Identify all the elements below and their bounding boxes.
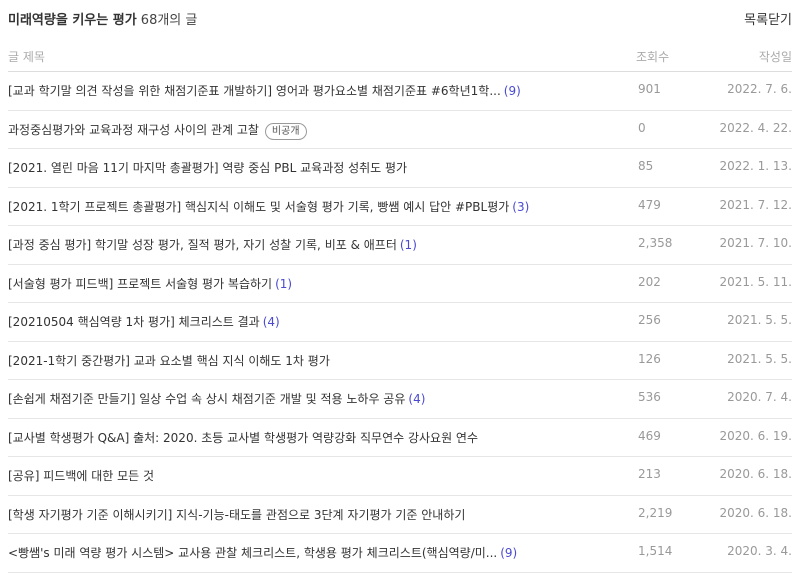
board-header: 미래역량을 키우는 평가 68개의 글 목록닫기 <box>8 0 792 36</box>
comment-count[interactable]: (4) <box>263 315 280 329</box>
view-count: 1,514 <box>638 544 673 558</box>
post-date: 2020. 6. 18. <box>719 505 792 520</box>
post-title-link[interactable]: [교과 학기말 의견 작성을 위한 채점기준표 개발하기] 영어과 평가요소별 … <box>8 84 501 98</box>
post-title-cell: [2021. 열린 마음 11기 마지막 총괄평가] 역량 중심 PBL 교육과… <box>8 159 603 176</box>
post-date: 2021. 7. 12. <box>719 197 792 212</box>
post-date: 2022. 1. 13. <box>719 159 792 173</box>
view-count: 2,358 <box>638 236 673 250</box>
view-count: 901 <box>638 82 661 96</box>
view-count: 536 <box>638 390 661 404</box>
board-title: 미래역량을 키우는 평가 68개의 글 <box>8 9 197 28</box>
post-title-cell: [손쉽게 채점기준 만들기] 일상 수업 속 상시 채점기준 개발 및 적용 노… <box>8 390 603 407</box>
post-title-cell: [2021. 1학기 프로젝트 총괄평가] 핵심지식 이해도 및 서술형 평가 … <box>8 198 603 215</box>
post-date: 2020. 6. 19. <box>719 428 792 443</box>
view-count: 469 <box>638 428 661 443</box>
post-title-cell: [공유] 피드백에 대한 모든 것 <box>8 467 603 484</box>
view-count: 2,219 <box>638 505 673 520</box>
table-row[interactable]: 과정중심평가와 교육과정 재구성 사이의 관계 고찰 비공개 0 2022. 4. 2… <box>8 111 792 149</box>
table-row[interactable]: [교사별 학생평가 Q&A] 출처: 2020. 초등 교사별 학생평가 역량강… <box>8 419 792 457</box>
post-title-cell: [2021-1학기 중간평가] 교과 요소별 핵심 지식 이해도 1차 평가 <box>8 352 603 369</box>
table-row[interactable]: [20210504 핵심역량 1차 평가] 체크리스트 결과 (4) 256 2021… <box>8 303 792 342</box>
category-name: 미래역량을 키우는 평가 <box>8 13 137 28</box>
post-title-link[interactable]: [학생 자기평가 기준 이해시키기] 지식-기능-태도를 관점으로 3단계 자기… <box>8 508 465 522</box>
post-title-link[interactable]: [손쉽게 채점기준 만들기] 일상 수업 속 상시 채점기준 개발 및 적용 노… <box>8 392 405 406</box>
post-title-link[interactable]: [공유] 피드백에 대한 모든 것 <box>8 469 154 483</box>
post-date: 2021. 5. 5. <box>727 313 792 327</box>
post-title-cell: [서술형 평가 피드백] 프로젝트 서술형 평가 복습하기 (1) <box>8 275 603 292</box>
post-title-cell: [학생 자기평가 기준 이해시키기] 지식-기능-태도를 관점으로 3단계 자기… <box>8 506 603 523</box>
post-title-link[interactable]: <빵쌤's 미래 역량 평가 시스템> 교사용 관찰 체크리스트, 학생용 평가… <box>8 546 497 560</box>
column-views: 조회수 <box>636 50 670 64</box>
post-date: 2021. 5. 5. <box>727 351 792 366</box>
post-title-link[interactable]: [과정 중심 평가] 학기말 성장 평가, 질적 평가, 자기 성찰 기록, 비… <box>8 238 397 252</box>
view-count: 0 <box>638 120 646 135</box>
post-date: 2020. 6. 18. <box>719 467 792 481</box>
close-list-button[interactable]: 목록닫기 <box>744 9 792 28</box>
post-title-link[interactable]: [서술형 평가 피드백] 프로젝트 서술형 평가 복습하기 <box>8 277 272 291</box>
comment-count[interactable]: (4) <box>408 392 425 406</box>
table-row[interactable]: [공유] 피드백에 대한 모든 것 213 2020. 6. 18. <box>8 457 792 496</box>
post-title-cell: [과정 중심 평가] 학기말 성장 평가, 질적 평가, 자기 성찰 기록, 비… <box>8 236 603 253</box>
comment-count[interactable]: (9) <box>504 84 521 98</box>
table-row[interactable]: <빵쌤's 미래 역량 평가 시스템> 교사용 관찰 체크리스트, 학생용 평가… <box>8 534 792 573</box>
column-date: 작성일 <box>758 50 792 64</box>
post-title-link[interactable]: [교사별 학생평가 Q&A] 출처: 2020. 초등 교사별 학생평가 역량강… <box>8 431 478 445</box>
view-count: 85 <box>638 159 654 173</box>
post-date: 2022. 7. 6. <box>727 82 792 96</box>
table-row[interactable]: [손쉽게 채점기준 만들기] 일상 수업 속 상시 채점기준 개발 및 적용 노… <box>8 380 792 419</box>
post-title-link[interactable]: [2021. 열린 마음 11기 마지막 총괄평가] 역량 중심 PBL 교육과… <box>8 161 407 175</box>
post-title-cell: [교사별 학생평가 Q&A] 출처: 2020. 초등 교사별 학생평가 역량강… <box>8 429 603 446</box>
post-title-link[interactable]: [2021-1학기 중간평가] 교과 요소별 핵심 지식 이해도 1차 평가 <box>8 354 330 368</box>
post-title-cell: [20210504 핵심역량 1차 평가] 체크리스트 결과 (4) <box>8 313 603 330</box>
table-row[interactable]: [교과 학기말 의견 작성을 위한 채점기준표 개발하기] 영어과 평가요소별 … <box>8 72 792 111</box>
table-row[interactable]: [2021-1학기 중간평가] 교과 요소별 핵심 지식 이해도 1차 평가 12… <box>8 342 792 380</box>
post-title-cell: [교과 학기말 의견 작성을 위한 채점기준표 개발하기] 영어과 평가요소별 … <box>8 82 603 99</box>
post-title-cell: <빵쌤's 미래 역량 평가 시스템> 교사용 관찰 체크리스트, 학생용 평가… <box>8 544 603 561</box>
view-count: 126 <box>638 351 661 366</box>
view-count: 256 <box>638 313 661 327</box>
post-date: 2022. 4. 22. <box>719 120 792 135</box>
comment-count[interactable]: (3) <box>512 200 529 214</box>
table-row[interactable]: [과정 중심 평가] 학기말 성장 평가, 질적 평가, 자기 성찰 기록, 비… <box>8 226 792 265</box>
comment-count[interactable]: (9) <box>500 546 517 560</box>
post-date: 2021. 5. 11. <box>719 274 792 289</box>
table-row[interactable]: [2021. 1학기 프로젝트 총괄평가] 핵심지식 이해도 및 서술형 평가 … <box>8 188 792 226</box>
table-row[interactable]: [서술형 평가 피드백] 프로젝트 서술형 평가 복습하기 (1) 202 2021.… <box>8 265 792 303</box>
table-row[interactable]: [2021. 열린 마음 11기 마지막 총괄평가] 역량 중심 PBL 교육과… <box>8 149 792 188</box>
comment-count[interactable]: (1) <box>400 238 417 252</box>
view-count: 213 <box>638 467 661 481</box>
post-title-link[interactable]: [2021. 1학기 프로젝트 총괄평가] 핵심지식 이해도 및 서술형 평가 … <box>8 200 509 214</box>
post-date: 2020. 7. 4. <box>727 390 792 404</box>
post-title-link[interactable]: [20210504 핵심역량 1차 평가] 체크리스트 결과 <box>8 315 260 329</box>
comment-count[interactable]: (1) <box>275 277 292 291</box>
private-badge: 비공개 <box>264 122 307 140</box>
column-header: 글 제목 조회수 작성일 <box>8 40 792 72</box>
view-count: 479 <box>638 197 661 212</box>
view-count: 202 <box>638 274 661 289</box>
column-title: 글 제목 <box>8 50 45 64</box>
post-title-link[interactable]: 과정중심평가와 교육과정 재구성 사이의 관계 고찰 <box>8 123 259 137</box>
post-title-cell: 과정중심평가와 교육과정 재구성 사이의 관계 고찰 비공개 <box>8 121 603 140</box>
post-list: [교과 학기말 의견 작성을 위한 채점기준표 개발하기] 영어과 평가요소별 … <box>8 72 792 573</box>
post-date: 2020. 3. 4. <box>727 544 792 558</box>
post-count: 68개의 글 <box>140 13 198 28</box>
post-date: 2021. 7. 10. <box>719 236 792 250</box>
table-row[interactable]: [학생 자기평가 기준 이해시키기] 지식-기능-태도를 관점으로 3단계 자기… <box>8 496 792 534</box>
